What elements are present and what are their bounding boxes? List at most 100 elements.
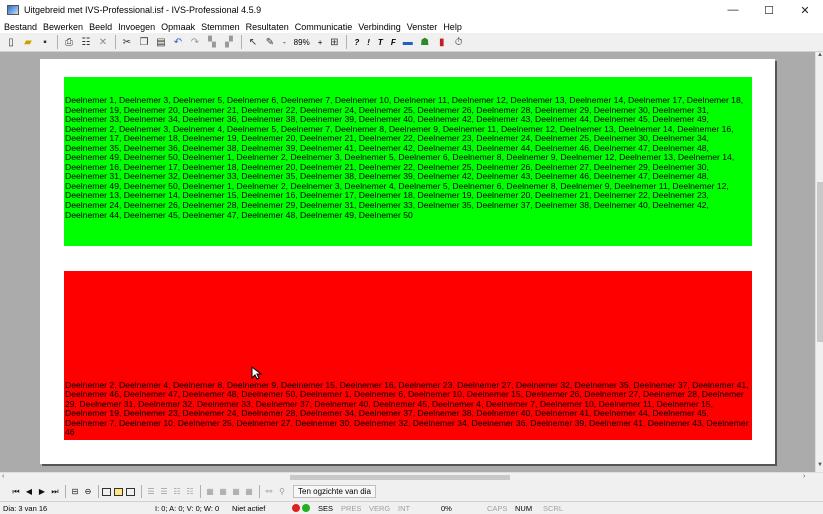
last-slide-icon[interactable]: ⏭ (49, 485, 61, 499)
false-button[interactable]: F (387, 38, 400, 47)
copy-icon[interactable]: ❐ (136, 34, 152, 50)
red-answer-block[interactable]: Deelnemer 2, Deelnemer 4, Deelnemer 8, D… (64, 271, 752, 440)
undo-icon[interactable]: ↶ (170, 34, 186, 50)
menu-bar: Bestand Bewerken Beeld Invoegen Opmaak S… (0, 20, 823, 33)
slide-canvas: Deelnemer 1, Deelnemer 3, Deelnemer 5, D… (40, 59, 775, 464)
align-left-icon[interactable]: ▚ (204, 34, 220, 50)
mouse-cursor-icon (251, 366, 263, 380)
insert-slide-icon[interactable]: ⊟ (69, 485, 81, 499)
horizontal-scroll-thumb[interactable] (290, 475, 510, 480)
green-status-icon (302, 504, 310, 512)
slide-workspace: Deelnemer 1, Deelnemer 3, Deelnemer 5, D… (0, 52, 815, 472)
anchor-icon[interactable]: ⚲ (276, 485, 288, 499)
layout-b-icon[interactable]: ☰ (158, 485, 170, 499)
status-bar: Dia: 3 van 16 I: 0; A: 0; V: 0; W: 0 Nie… (0, 501, 823, 514)
link-icon[interactable]: ⚯ (263, 485, 275, 499)
grid-b-icon[interactable]: ▦ (217, 485, 229, 499)
red-status-icon (292, 504, 300, 512)
progress-percent: 0% (441, 504, 452, 513)
exclaim-button[interactable]: ! (363, 38, 374, 47)
caps-indicator: CAPS (487, 504, 508, 513)
pen-icon[interactable]: ✎ (262, 34, 278, 50)
print-icon[interactable]: ⎙ (61, 34, 77, 50)
users-icon[interactable]: ☗ (417, 34, 433, 50)
toolbar-separator (57, 35, 58, 49)
delete-icon[interactable]: ✕ (95, 34, 111, 50)
toolbar: ▯ ▰ ▪ ⎙ ☷ ✕ ✂ ❐ ▤ ↶ ↷ ▚ ▞ ↖ ✎ - 89% + ⊞ … (0, 33, 823, 52)
connection-state: Niet actief (232, 504, 266, 513)
zoom-in-button[interactable]: + (314, 38, 327, 47)
scroll-left-icon[interactable]: ‹ (2, 473, 4, 480)
menu-beeld[interactable]: Beeld (86, 22, 115, 32)
layout-a-icon[interactable]: ☰ (145, 485, 157, 499)
app-icon (7, 5, 19, 15)
true-button[interactable]: T (374, 38, 387, 47)
toolbar-separator (241, 35, 242, 49)
nav-separator (200, 485, 201, 498)
save-icon[interactable]: ▪ (37, 34, 53, 50)
nav-separator (259, 485, 260, 498)
previous-slide-icon[interactable]: ◀ (23, 485, 35, 499)
scroll-up-icon[interactable]: ▲ (816, 52, 823, 62)
green-participant-list: Deelnemer 1, Deelnemer 3, Deelnemer 5, D… (65, 95, 744, 220)
toolbar-separator (115, 35, 116, 49)
minimize-button[interactable]: — (715, 0, 751, 20)
bar-chart-icon[interactable]: ▮ (434, 34, 450, 50)
next-slide-icon[interactable]: ▶ (36, 485, 48, 499)
fit-screen-icon[interactable]: ⊞ (326, 34, 342, 50)
outline-view-icon[interactable] (114, 487, 123, 496)
pres-indicator: PRES (341, 504, 362, 513)
align-right-icon[interactable]: ▞ (221, 34, 237, 50)
layout-d-icon[interactable]: ☷ (184, 485, 196, 499)
menu-opmaak[interactable]: Opmaak (158, 22, 198, 32)
nav-separator (98, 485, 99, 498)
maximize-button[interactable]: ☐ (751, 0, 787, 20)
zoom-value: 89% (293, 37, 310, 47)
close-button[interactable]: ✕ (787, 0, 823, 20)
menu-stemmen[interactable]: Stemmen (198, 22, 243, 32)
verg-indicator: VERG (369, 504, 391, 513)
sorter-view-icon[interactable] (126, 487, 135, 496)
paste-icon[interactable]: ▤ (153, 34, 169, 50)
ses-indicator: SES (318, 504, 334, 513)
pointer-icon[interactable]: ↖ (245, 34, 261, 50)
toolbar-separator (346, 35, 348, 49)
scroll-down-icon[interactable]: ▼ (816, 462, 823, 472)
title-bar: Uitgebreid met IVS-Professional.isf - IV… (0, 0, 823, 20)
zoom-out-button[interactable]: - (279, 38, 290, 47)
menu-communicatie[interactable]: Communicatie (292, 22, 356, 32)
horizontal-scrollbar[interactable]: ‹ › (0, 472, 823, 482)
remove-slide-icon[interactable]: ⊖ (82, 485, 94, 499)
layout-c-icon[interactable]: ☷ (171, 485, 183, 499)
vertical-scrollbar[interactable]: ▲ ▼ (815, 52, 823, 472)
first-slide-icon[interactable]: ⏮ (10, 485, 22, 499)
new-file-icon[interactable]: ▯ (3, 34, 19, 50)
window-title: Uitgebreid met IVS-Professional.isf - IV… (24, 5, 262, 15)
properties-icon[interactable]: ☷ (78, 34, 94, 50)
menu-bestand[interactable]: Bestand (1, 22, 40, 32)
menu-venster[interactable]: Venster (404, 22, 441, 32)
cut-icon[interactable]: ✂ (119, 34, 135, 50)
keypad-icon[interactable]: ▬ (400, 34, 416, 50)
redo-icon[interactable]: ↷ (187, 34, 203, 50)
int-indicator: INT (398, 504, 411, 513)
menu-bewerken[interactable]: Bewerken (40, 22, 86, 32)
menu-resultaten[interactable]: Resultaten (243, 22, 292, 32)
nav-separator (65, 485, 66, 498)
open-folder-icon[interactable]: ▰ (20, 34, 36, 50)
vertical-scroll-thumb[interactable] (817, 182, 823, 342)
slide-view-icon[interactable] (102, 487, 111, 496)
question-button[interactable]: ? (350, 38, 363, 47)
scrl-indicator: SCRL (543, 504, 564, 513)
menu-verbinding[interactable]: Verbinding (355, 22, 404, 32)
scroll-right-icon[interactable]: › (803, 473, 805, 480)
grid-a-icon[interactable]: ▦ (204, 485, 216, 499)
grid-d-icon[interactable]: ▦ (243, 485, 255, 499)
green-answer-block[interactable]: Deelnemer 1, Deelnemer 3, Deelnemer 5, D… (64, 77, 752, 246)
window-controls: — ☐ ✕ (715, 0, 823, 20)
menu-help[interactable]: Help (440, 22, 465, 32)
timer-icon[interactable]: ⏱ (451, 34, 467, 50)
slide-overview-button[interactable]: Ten ogzichte van dia (293, 485, 376, 498)
grid-c-icon[interactable]: ▦ (230, 485, 242, 499)
menu-invoegen[interactable]: Invoegen (115, 22, 158, 32)
